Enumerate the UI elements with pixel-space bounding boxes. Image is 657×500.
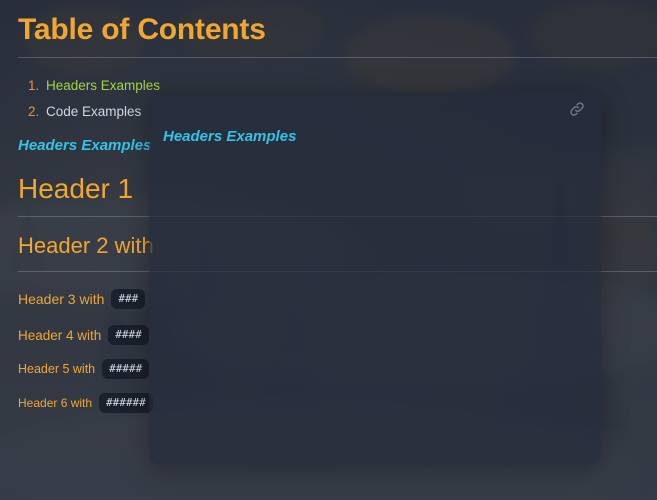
page-title: Table of Contents: [18, 13, 266, 46]
heading-level-1: Header 1: [18, 173, 134, 204]
toc-link-headers-examples[interactable]: Headers Examples: [46, 78, 160, 93]
heading-level-5: Header 5 with #####: [18, 359, 150, 379]
heading-level-4-code-badge: ####: [108, 325, 149, 345]
list-marker-2: 2.: [28, 104, 40, 119]
heading-level-5-code-badge: #####: [102, 359, 150, 379]
heading-level-3-label: Header 3 with: [18, 291, 105, 307]
chain-link-icon[interactable]: [568, 100, 586, 118]
link-preview-popup[interactable]: Headers Examples: [149, 92, 601, 464]
section-link-headers-examples[interactable]: Headers Examples: [18, 137, 151, 154]
heading-level-3-code-badge: ###: [111, 289, 146, 309]
heading-level-4-label: Header 4 with: [18, 327, 102, 343]
list-item: 2. Code Examples: [28, 99, 160, 125]
heading-level-6-code-badge: ######: [99, 393, 153, 413]
heading-level-6: Header 6 with ######: [18, 393, 153, 413]
heading-level-6-label: Header 6 with: [18, 396, 93, 410]
toc-link-code-examples[interactable]: Code Examples: [46, 104, 141, 119]
list-item: 1. Headers Examples: [28, 73, 160, 99]
heading-level-5-label: Header 5 with: [18, 362, 96, 376]
table-of-contents-list: 1. Headers Examples 2. Code Examples: [28, 73, 160, 125]
heading-level-4: Header 4 with ####: [18, 325, 149, 345]
heading-level-2: Header 2 with: [18, 233, 154, 258]
popup-title: Headers Examples: [163, 128, 297, 145]
heading-level-3: Header 3 with ###: [18, 289, 146, 309]
divider-under-title: [18, 57, 657, 58]
list-marker-1: 1.: [28, 78, 40, 93]
